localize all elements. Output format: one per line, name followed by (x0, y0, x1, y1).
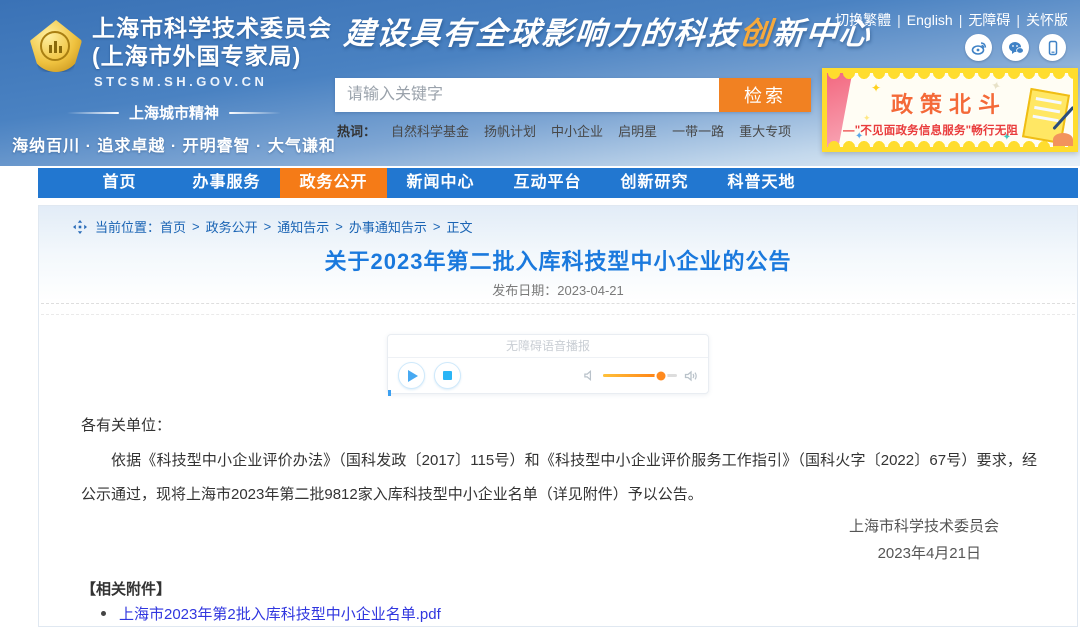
bullet-dot-icon (101, 611, 106, 616)
banner-inner: ✦ ✦ ✦ ✦ ✦ 政策北斗 —"不见面政务信息服务"畅行无阻 (827, 73, 1073, 147)
calligraphy-slogan: 建设具有全球影响力的科技创新中心 (342, 8, 874, 53)
nav-item-innovation[interactable]: 创新研究 (601, 168, 708, 198)
content-panel: 当前位置： 首页 > 政务公开 > 通知告示 > 办事通知告示 > 正文 关于2… (38, 205, 1078, 627)
hot-words-row: 热词： 自然科学基金 扬帆计划 中小企业 启明星 一带一路 重大专项 (337, 121, 791, 140)
slogan-pre: 建设具有全球影响力的科技 (342, 16, 741, 52)
hot-word[interactable]: 扬帆计划 (484, 121, 536, 140)
hot-word[interactable]: 启明星 (618, 121, 657, 140)
banner-scallop-bottom (827, 141, 1073, 147)
link-care-mode[interactable]: 关怀版 (1026, 12, 1068, 28)
play-icon (408, 370, 418, 382)
slogan-accent: 创 (738, 16, 774, 52)
tts-player-controls (388, 358, 708, 393)
dashed-divider (41, 303, 1075, 304)
breadcrumb-separator: > (335, 219, 343, 234)
dashed-divider (41, 314, 1075, 315)
stop-icon (443, 371, 452, 380)
hot-word[interactable]: 中小企业 (551, 121, 603, 140)
breadcrumb-item-current: 正文 (446, 217, 472, 236)
org-name-line2: (上海市外国专家局) (92, 42, 332, 70)
date-label: 发布日期： (492, 283, 557, 298)
site-header: 上海市科学技术委员会 (上海市外国专家局) STCSM.SH.GOV.CN 上海… (0, 0, 1080, 166)
attachments-label: 【相关附件】 (81, 578, 171, 599)
weibo-icon[interactable] (965, 34, 992, 61)
utility-links: 切换繁體 | English | 无障碍 | 关怀版 (835, 10, 1068, 30)
banner-title: 政策北斗 (891, 87, 1007, 119)
nav-item-science[interactable]: 科普天地 (708, 168, 815, 198)
search-button[interactable]: 检索 (719, 78, 811, 112)
link-accessibility[interactable]: 无障碍 (968, 12, 1010, 28)
sparkle-icon: ✦ (871, 81, 881, 95)
link-separator: | (959, 12, 963, 28)
volume-slider[interactable] (603, 374, 677, 377)
breadcrumb: 当前位置： 首页 > 政务公开 > 通知告示 > 办事通知告示 > 正文 (73, 217, 472, 236)
link-separator: | (897, 12, 901, 28)
hand-icon (1053, 133, 1073, 146)
policy-beidou-banner[interactable]: ✦ ✦ ✦ ✦ ✦ 政策北斗 —"不见面政务信息服务"畅行无阻 (822, 68, 1078, 152)
nav-item-interaction[interactable]: 互动平台 (494, 168, 601, 198)
link-separator: | (1016, 12, 1020, 28)
decor-line-left (67, 112, 119, 114)
hot-word[interactable]: 一带一路 (672, 121, 724, 140)
volume-handle[interactable] (656, 371, 665, 380)
article-salutation: 各有关单位： (81, 414, 171, 435)
move-icon (73, 220, 87, 234)
breadcrumb-separator: > (433, 219, 441, 234)
player-accent-tick (388, 390, 391, 396)
breadcrumb-separator: > (192, 219, 200, 234)
main-nav: 首页 办事服务 政务公开 新闻中心 互动平台 创新研究 科普天地 (38, 168, 1078, 198)
nav-item-services[interactable]: 办事服务 (173, 168, 280, 198)
breadcrumb-separator: > (264, 219, 272, 234)
breadcrumb-item-notices[interactable]: 通知告示 (277, 217, 329, 236)
volume-loud-icon (684, 369, 698, 383)
volume-filled (603, 374, 661, 377)
link-english[interactable]: English (907, 12, 953, 28)
city-spirit-block: 上海城市精神 海纳百川 · 追求卓越 · 开明睿智 · 大气谦和 (8, 102, 340, 156)
date-value: 2023-04-21 (557, 283, 624, 298)
gov-emblem-icon (30, 20, 82, 72)
org-name-line1: 上海市科学技术委员会 (92, 14, 332, 42)
page: 上海市科学技术委员会 (上海市外国专家局) STCSM.SH.GOV.CN 上海… (0, 0, 1080, 627)
emblem-ring (40, 31, 70, 61)
tts-player: 无障碍语音播报 (387, 334, 709, 394)
link-traditional-chinese[interactable]: 切换繁體 (835, 12, 891, 28)
wechat-icon[interactable] (1002, 34, 1029, 61)
play-button[interactable] (398, 362, 425, 389)
tts-player-title: 无障碍语音播报 (388, 335, 708, 358)
attachment-item: 上海市2023年第2批入库科技型中小企业名单.pdf (101, 603, 441, 624)
search-input[interactable] (335, 78, 719, 112)
article-signer: 上海市科学技术委员会 (849, 515, 999, 536)
breadcrumb-item-gov-affairs[interactable]: 政务公开 (206, 217, 258, 236)
social-icons (965, 34, 1066, 61)
article-paragraph: 依据《科技型中小企业评价办法》（国科发政〔2017〕115号）和《科技型中小企业… (81, 444, 1037, 512)
org-name: 上海市科学技术委员会 (上海市外国专家局) (92, 14, 332, 70)
volume-control (583, 369, 698, 383)
article-sign-date: 2023年4月21日 (878, 542, 981, 563)
breadcrumb-item-service-notices[interactable]: 办事通知告示 (349, 217, 427, 236)
hot-word[interactable]: 重大专项 (739, 121, 791, 140)
article-title: 关于2023年第二批入库科技型中小企业的公告 (39, 244, 1077, 276)
banner-subtitle: —"不见面政务信息服务"畅行无阻 (843, 122, 1047, 138)
hot-word[interactable]: 自然科学基金 (391, 121, 469, 140)
city-spirit-motto: 海纳百川 · 追求卓越 · 开明睿智 · 大气谦和 (8, 132, 340, 156)
nav-item-news[interactable]: 新闻中心 (387, 168, 494, 198)
hot-words-label: 热词： (337, 121, 376, 140)
stop-button[interactable] (434, 362, 461, 389)
nav-item-gov-affairs[interactable]: 政务公开 (280, 168, 387, 198)
nav-item-home[interactable]: 首页 (66, 168, 173, 198)
banner-scallop-top (827, 73, 1073, 79)
mobile-icon[interactable] (1039, 34, 1066, 61)
breadcrumb-item-home[interactable]: 首页 (160, 217, 186, 236)
city-spirit-label: 上海城市精神 (129, 102, 219, 123)
org-domain: STCSM.SH.GOV.CN (94, 74, 267, 89)
decor-line-right (229, 112, 281, 114)
volume-quiet-icon (583, 369, 596, 382)
search-box: 检索 (335, 78, 811, 112)
article-date: 发布日期：2023-04-21 (39, 280, 1077, 299)
breadcrumb-label: 当前位置： (95, 217, 160, 236)
attachment-link[interactable]: 上海市2023年第2批入库科技型中小企业名单.pdf (119, 603, 441, 624)
